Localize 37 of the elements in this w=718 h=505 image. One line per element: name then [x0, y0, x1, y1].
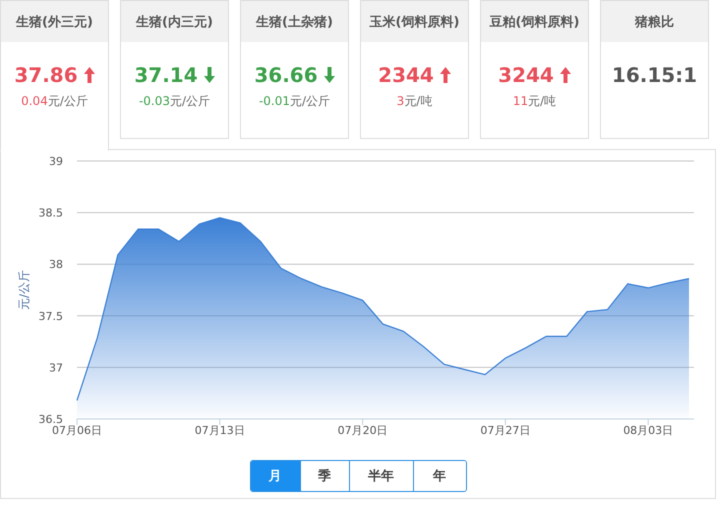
price-change: 3元/吨: [396, 93, 432, 110]
price-value: 36.66: [254, 63, 318, 87]
y-tick-label: 38.5: [38, 206, 63, 220]
card-title: 生猪(土杂猪): [241, 1, 348, 42]
card-title: 生猪(内三元): [121, 1, 228, 42]
card-title: 豆粕(饲料原料): [481, 1, 588, 42]
x-tick-label: 07月13日: [194, 424, 245, 437]
price-change: 0.04元/公斤: [21, 93, 88, 110]
price-card[interactable]: 生猪(土杂猪) 36.66 -0.01元/公斤: [240, 0, 349, 139]
x-tick-label: 07月06日: [52, 424, 102, 437]
range-tab[interactable]: 年: [412, 461, 466, 491]
price-value: 37.14: [134, 63, 198, 87]
y-tick-label: 37.5: [38, 310, 63, 323]
range-tab[interactable]: 月: [250, 461, 300, 491]
y-tick-label: 37: [49, 361, 63, 374]
card-title: 玉米(饲料原料): [361, 1, 468, 42]
card-title: 猪粮比: [601, 1, 708, 42]
price-card[interactable]: 生猪(内三元) 37.14 -0.03元/公斤: [120, 0, 229, 139]
price-value: 3244: [498, 63, 554, 87]
x-tick-label: 08月03日: [623, 424, 674, 437]
price-value: 16.15:1: [612, 63, 698, 87]
price-card[interactable]: 玉米(饲料原料) 2344 3元/吨: [360, 0, 469, 139]
price-change: 11元/吨: [512, 93, 556, 110]
y-tick-label: 36.5: [38, 413, 63, 426]
x-tick-label: 07月20日: [338, 424, 388, 437]
price-change: -0.01元/公斤: [258, 93, 330, 110]
card-title: 生猪(外三元): [1, 1, 108, 42]
y-axis-title: 元/公斤: [17, 270, 31, 310]
price-card[interactable]: 生猪(外三元) 37.86 0.04元/公斤: [0, 0, 109, 151]
price-card[interactable]: 豆粕(饲料原料) 3244 11元/吨: [480, 0, 589, 139]
y-tick-label: 39: [49, 155, 63, 168]
price-card[interactable]: 猪粮比 16.15:1: [600, 0, 709, 139]
y-tick-label: 38: [49, 258, 63, 272]
price-value: 37.86: [14, 63, 78, 87]
x-tick-label: 07月27日: [480, 424, 530, 437]
price-change: -0.03元/公斤: [138, 93, 210, 110]
price-value: 2344: [378, 63, 434, 87]
